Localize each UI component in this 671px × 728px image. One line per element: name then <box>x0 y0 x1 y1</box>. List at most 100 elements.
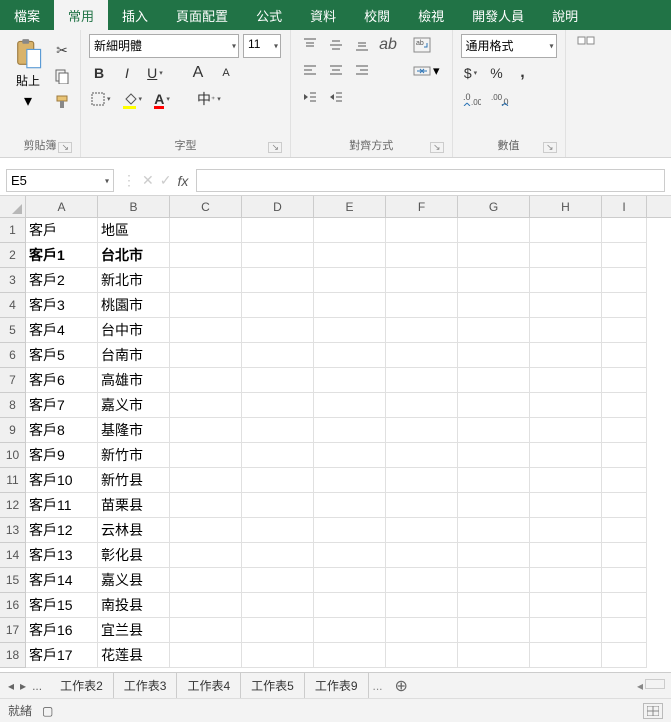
font-launcher[interactable]: ↘ <box>268 142 282 153</box>
row-header[interactable]: 13 <box>0 518 26 543</box>
row-header[interactable]: 16 <box>0 593 26 618</box>
cell[interactable] <box>386 543 458 568</box>
cell[interactable] <box>386 393 458 418</box>
align-middle-button[interactable] <box>325 34 347 56</box>
number-launcher[interactable]: ↘ <box>543 142 557 153</box>
cell[interactable] <box>314 518 386 543</box>
cell[interactable] <box>242 493 314 518</box>
phonetic-button[interactable]: 中⁺▾ <box>195 88 223 110</box>
cell[interactable] <box>242 318 314 343</box>
cell[interactable] <box>602 543 647 568</box>
cell[interactable] <box>530 443 602 468</box>
font-name-select[interactable]: 新細明體▾ <box>89 34 239 58</box>
cell[interactable] <box>530 393 602 418</box>
row-header[interactable]: 7 <box>0 368 26 393</box>
cell[interactable] <box>170 618 242 643</box>
cell[interactable]: 客戶15 <box>26 593 98 618</box>
tab-view[interactable]: 檢視 <box>404 0 458 30</box>
cell[interactable]: 新竹县 <box>98 468 170 493</box>
cell[interactable]: 客戶16 <box>26 618 98 643</box>
cell[interactable] <box>314 418 386 443</box>
cell[interactable] <box>170 343 242 368</box>
cell[interactable] <box>530 618 602 643</box>
align-right-button[interactable] <box>351 60 373 82</box>
cell[interactable] <box>530 243 602 268</box>
macro-record-icon[interactable]: ▢ <box>42 704 53 718</box>
align-left-button[interactable] <box>299 60 321 82</box>
cell[interactable]: 客戶9 <box>26 443 98 468</box>
cell[interactable] <box>602 293 647 318</box>
cell[interactable]: 客戶6 <box>26 368 98 393</box>
align-bottom-button[interactable] <box>351 34 373 56</box>
underline-button[interactable]: U▾ <box>145 62 165 84</box>
add-sheet-button[interactable]: ⊕ <box>387 676 416 696</box>
cell[interactable] <box>170 518 242 543</box>
cell[interactable]: 新北市 <box>98 268 170 293</box>
cell[interactable] <box>458 468 530 493</box>
cell[interactable] <box>170 593 242 618</box>
cell[interactable] <box>242 593 314 618</box>
cell[interactable] <box>602 268 647 293</box>
cell[interactable]: 客戶5 <box>26 343 98 368</box>
column-header[interactable]: H <box>530 196 602 217</box>
cell[interactable] <box>314 443 386 468</box>
sheet-tab[interactable]: 工作表4 <box>177 673 241 698</box>
cell[interactable] <box>386 493 458 518</box>
cell[interactable]: 高雄市 <box>98 368 170 393</box>
column-header[interactable]: G <box>458 196 530 217</box>
cell[interactable] <box>602 643 647 668</box>
cell[interactable] <box>314 568 386 593</box>
cell[interactable] <box>530 468 602 493</box>
cell[interactable] <box>602 593 647 618</box>
cell[interactable]: 地區 <box>98 218 170 243</box>
bold-button[interactable]: B <box>89 62 109 84</box>
sheet-tab[interactable]: 工作表3 <box>114 673 178 698</box>
cut-button[interactable]: ✂ <box>52 40 72 60</box>
cell[interactable]: 台北市 <box>98 243 170 268</box>
cell[interactable] <box>386 218 458 243</box>
cell[interactable] <box>170 543 242 568</box>
cell[interactable]: 客戶8 <box>26 418 98 443</box>
cell[interactable]: 花莲县 <box>98 643 170 668</box>
enter-formula-button[interactable]: ✓ <box>160 172 172 189</box>
cell[interactable] <box>386 593 458 618</box>
cell[interactable] <box>530 368 602 393</box>
font-size-select[interactable]: 11▾ <box>243 34 281 58</box>
merge-center-button[interactable]: ▾ <box>409 60 444 82</box>
sheet-nav-more[interactable]: ... <box>30 679 44 693</box>
cell[interactable] <box>386 293 458 318</box>
cell[interactable] <box>458 493 530 518</box>
cell[interactable]: 客戶2 <box>26 268 98 293</box>
cell[interactable] <box>242 243 314 268</box>
decrease-decimal-button[interactable]: .00.0 <box>489 88 511 110</box>
cell[interactable]: 基隆市 <box>98 418 170 443</box>
cell[interactable]: 宜兰县 <box>98 618 170 643</box>
cell[interactable]: 客戶14 <box>26 568 98 593</box>
view-normal-button[interactable] <box>643 703 663 719</box>
cell[interactable] <box>458 443 530 468</box>
cell[interactable] <box>170 443 242 468</box>
cell[interactable] <box>314 468 386 493</box>
cell[interactable] <box>530 218 602 243</box>
cell[interactable] <box>242 218 314 243</box>
cell[interactable]: 客戶17 <box>26 643 98 668</box>
cell[interactable] <box>530 268 602 293</box>
tab-review[interactable]: 校閱 <box>350 0 404 30</box>
cell[interactable] <box>386 443 458 468</box>
cell[interactable] <box>602 493 647 518</box>
cell[interactable] <box>314 343 386 368</box>
cell[interactable] <box>386 418 458 443</box>
row-header[interactable]: 2 <box>0 243 26 268</box>
sheet-nav-next[interactable]: ▸ <box>18 679 28 693</box>
cell[interactable] <box>530 568 602 593</box>
tab-help[interactable]: 說明 <box>538 0 592 30</box>
fill-color-button[interactable]: ▾ <box>121 88 145 110</box>
cell[interactable] <box>314 218 386 243</box>
cell[interactable] <box>458 518 530 543</box>
cell[interactable] <box>602 318 647 343</box>
cell[interactable] <box>458 643 530 668</box>
cell[interactable] <box>170 568 242 593</box>
tab-home[interactable]: 常用 <box>54 0 108 30</box>
cell[interactable]: 新竹市 <box>98 443 170 468</box>
cell[interactable] <box>458 418 530 443</box>
